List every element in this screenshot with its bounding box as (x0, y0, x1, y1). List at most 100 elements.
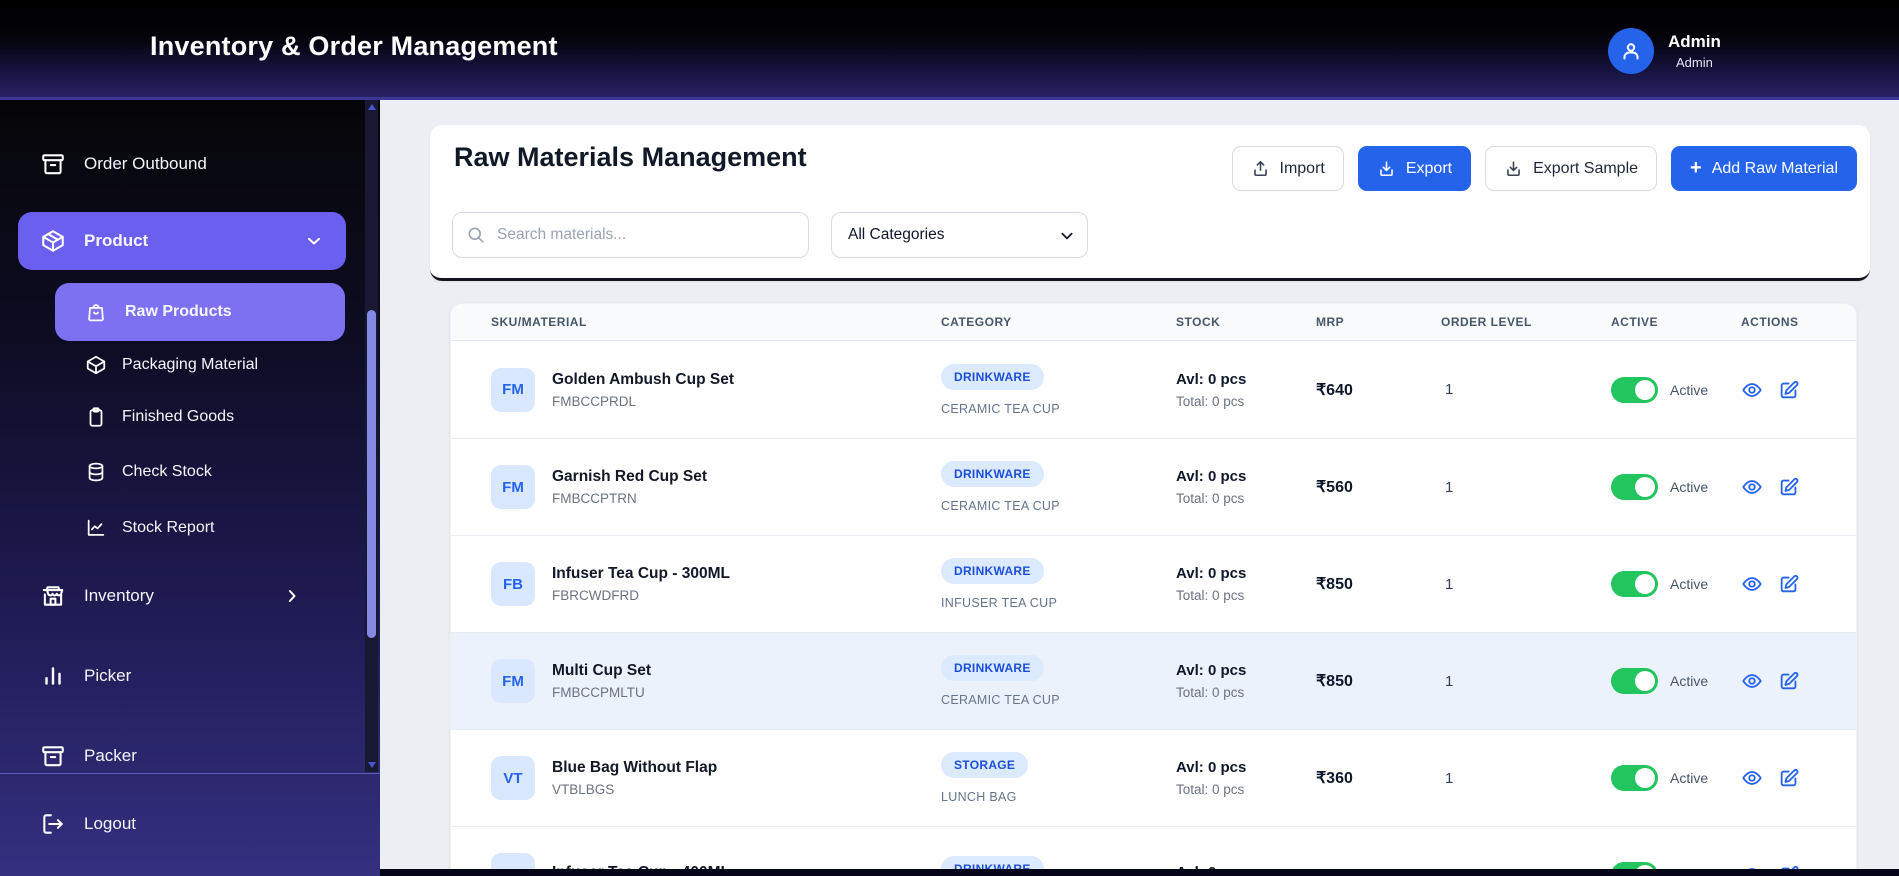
export-button[interactable]: Export (1357, 146, 1472, 191)
chevron-down-icon (308, 237, 320, 245)
store-icon (42, 586, 64, 606)
sidebar-item-product[interactable]: Product (18, 212, 346, 270)
sidebar-item-label: Packer (84, 746, 137, 765)
sidebar-item-stock-report[interactable]: Stock Report (0, 508, 340, 548)
subcategory-label: CERAMIC TEA CUP (941, 401, 1060, 416)
stock-available: Avl: 0 pcs (1176, 759, 1247, 776)
export-sample-button[interactable]: Export Sample (1485, 146, 1658, 191)
sidebar-divider (0, 773, 380, 774)
order-level-value: 1 (1445, 478, 1454, 496)
subcategory-label: CERAMIC TEA CUP (941, 693, 1060, 707)
sku-badge: VT (491, 756, 535, 800)
sidebar-item-logout[interactable]: Logout (0, 800, 340, 848)
search-input[interactable] (452, 212, 809, 258)
clipboard-icon (89, 407, 103, 427)
sidebar-scrollbar-thumb[interactable] (367, 310, 376, 638)
edit-button[interactable] (1778, 573, 1800, 595)
table-row: FB Infuser Tea Cup - 300ML FBRCWDFRD DRI… (451, 535, 1856, 632)
category-pill: DRINKWARE (941, 461, 1044, 487)
subcategory-label: CERAMIC TEA CUP (941, 499, 1060, 513)
add-raw-material-button[interactable]: + Add Raw Material (1671, 146, 1857, 191)
active-toggle[interactable] (1611, 668, 1658, 694)
search-box (452, 212, 809, 258)
edit-button[interactable] (1778, 379, 1800, 401)
order-level-value: 1 (1445, 769, 1454, 787)
sku-badge: FM (491, 659, 535, 703)
database-icon (88, 462, 104, 482)
table-row: FM Garnish Red Cup Set FMBCCPTRN DRINKWA… (451, 438, 1856, 535)
sidebar-item-inventory[interactable]: Inventory (0, 572, 340, 620)
view-button[interactable] (1741, 476, 1763, 498)
sidebar-item-picker[interactable]: Picker (0, 652, 340, 700)
user-menu[interactable]: Admin Admin (1608, 28, 1721, 74)
chart-line-icon (87, 519, 105, 536)
category-pill: DRINKWARE (941, 363, 1044, 390)
chevron-down-icon (1061, 232, 1073, 240)
sidebar-scrollbar[interactable] (365, 100, 378, 772)
stock-total: Total: 0 pcs (1176, 491, 1245, 506)
stock-available: Avl: 0 pcs (1176, 468, 1247, 485)
sidebar-item-label: Raw Products (125, 303, 232, 320)
view-button[interactable] (1741, 573, 1763, 595)
materials-table: SKU/MATERIAL CATEGORY STOCK MRP ORDER LE… (450, 303, 1857, 876)
stock-available: Avl: 0 pcs (1176, 370, 1247, 388)
category-filter-select[interactable]: All Categories (831, 212, 1088, 258)
material-sku-code: FMBCCPRDL (552, 393, 637, 409)
sku-badge: FB (491, 562, 535, 606)
avatar[interactable] (1608, 28, 1654, 74)
toolbar: Import Export Export Sample + Add Raw Ma… (1231, 146, 1857, 191)
toggle-knob (1635, 379, 1655, 400)
order-level-value: 1 (1445, 672, 1454, 690)
view-button[interactable] (1741, 379, 1763, 401)
sidebar-item-label: Logout (84, 814, 136, 833)
stock-total: Total: 0 pcs (1176, 782, 1245, 797)
stock-total: Total: 0 pcs (1176, 393, 1245, 409)
category-pill: DRINKWARE (941, 558, 1044, 584)
active-toggle[interactable] (1611, 571, 1658, 597)
mrp-value: ₹850 (1316, 576, 1353, 593)
active-label: Active (1670, 479, 1709, 495)
edit-button[interactable] (1778, 670, 1800, 692)
sidebar-item-raw-products[interactable]: Raw Products (55, 283, 345, 341)
material-sku-code: VTBLBGS (552, 782, 615, 797)
bar-chart-icon (45, 667, 61, 685)
category-filter-value: All Categories (848, 226, 945, 243)
package-icon (42, 230, 64, 252)
sidebar-item-finished-goods[interactable]: Finished Goods (0, 397, 340, 437)
sidebar-item-label: Order Outbound (84, 154, 207, 173)
active-toggle[interactable] (1611, 474, 1658, 500)
active-toggle[interactable] (1611, 765, 1658, 791)
scroll-up-arrow-icon[interactable] (365, 100, 378, 114)
column-header-actions: ACTIONS (1741, 315, 1799, 329)
sidebar-item-label: Packaging Material (122, 356, 259, 373)
sidebar: Order Outbound Product Raw Products Pack… (0, 100, 380, 876)
mrp-value: ₹560 (1316, 479, 1353, 496)
plus-icon: + (1690, 157, 1702, 179)
sidebar-item-order-outbound[interactable]: Order Outbound (0, 140, 340, 188)
edit-icon (1780, 574, 1799, 593)
subcategory-label: INFUSER TEA CUP (941, 596, 1058, 610)
mrp-value: ₹360 (1316, 770, 1353, 787)
column-header-active: ACTIVE (1611, 315, 1659, 329)
archive-box-icon (42, 746, 64, 767)
filters-row: All Categories (452, 212, 1088, 258)
view-button[interactable] (1741, 670, 1763, 692)
sidebar-item-packaging-material[interactable]: Packaging Material (0, 345, 340, 385)
toggle-knob (1635, 768, 1655, 788)
eye-icon (1742, 577, 1762, 591)
column-header-order-level: ORDER LEVEL (1441, 315, 1532, 329)
edit-button[interactable] (1778, 767, 1800, 789)
table-row: VT Blue Bag Without Flap VTBLBGS STORAGE… (451, 729, 1856, 826)
sidebar-item-check-stock[interactable]: Check Stock (0, 452, 340, 492)
material-name: Multi Cup Set (552, 662, 652, 679)
category-pill: STORAGE (941, 752, 1029, 778)
edit-button[interactable] (1778, 476, 1800, 498)
toggle-knob (1635, 671, 1655, 691)
view-button[interactable] (1741, 767, 1763, 789)
active-label: Active (1670, 673, 1709, 689)
import-button[interactable]: Import (1231, 146, 1344, 191)
page-title: Raw Materials Management (454, 142, 807, 172)
mrp-value: ₹640 (1316, 381, 1353, 399)
scroll-down-arrow-icon[interactable] (365, 758, 378, 772)
active-toggle[interactable] (1611, 376, 1658, 403)
